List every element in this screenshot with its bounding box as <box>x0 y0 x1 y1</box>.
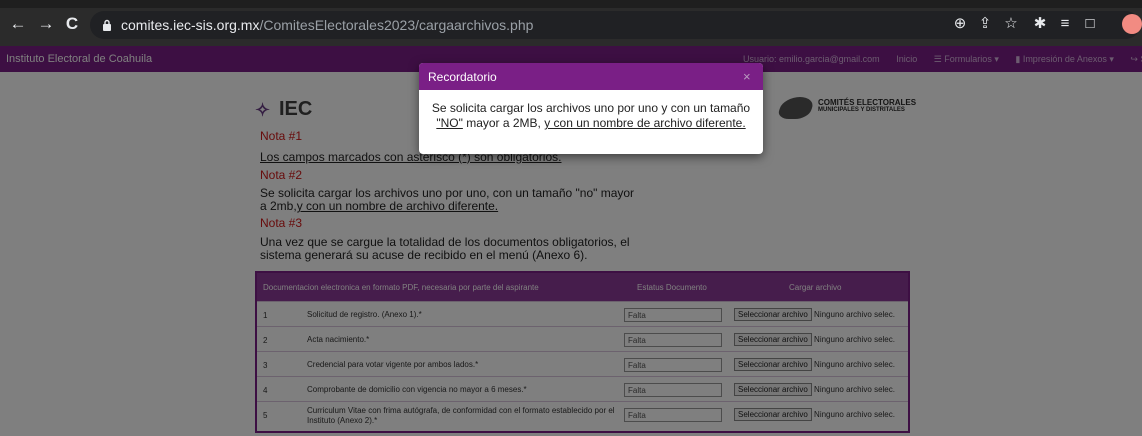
url-host: comites.iec-sis.org.mx <box>121 17 260 33</box>
reminder-modal: Recordatorio × Se solicita cargar los ar… <box>419 63 763 154</box>
modal-body: Se solicita cargar los archivos uno por … <box>419 90 763 154</box>
modal-no-text: "NO" <box>436 116 463 130</box>
forward-button[interactable]: → <box>36 14 56 34</box>
zoom-icon[interactable]: ⊕ <box>950 14 970 34</box>
modal-line-1: Se solicita cargar los archivos uno por … <box>431 101 751 115</box>
modal-header: Recordatorio × <box>419 63 763 90</box>
browser-toolbar: ← → C comites.iec-sis.org.mx/ComitesElec… <box>0 0 1142 46</box>
modal-title: Recordatorio <box>428 70 497 84</box>
reload-button[interactable]: C <box>62 14 82 34</box>
reading-list-icon[interactable]: ≡ <box>1055 14 1075 34</box>
profile-icon[interactable] <box>1122 14 1142 34</box>
back-button[interactable]: ← <box>8 14 28 34</box>
extensions-icon[interactable]: ✱ <box>1030 14 1050 34</box>
tab-strip <box>0 0 1142 8</box>
url-path: /ComitesElectorales2023/cargaarchivos.ph… <box>259 17 534 33</box>
lock-icon <box>103 19 111 31</box>
modal-mid-text: mayor a 2MB, <box>462 116 545 130</box>
modal-line-2: "NO" mayor a 2MB, y con un nombre de arc… <box>419 116 763 131</box>
modal-tail-text: y con un nombre de archivo diferente. <box>544 116 746 130</box>
share-icon[interactable]: ⇪ <box>975 14 995 34</box>
star-icon[interactable]: ☆ <box>1001 14 1021 34</box>
side-panel-icon[interactable]: □ <box>1080 14 1100 34</box>
close-icon[interactable]: × <box>743 69 751 84</box>
url-text: comites.iec-sis.org.mx/ComitesElectorale… <box>121 17 533 33</box>
